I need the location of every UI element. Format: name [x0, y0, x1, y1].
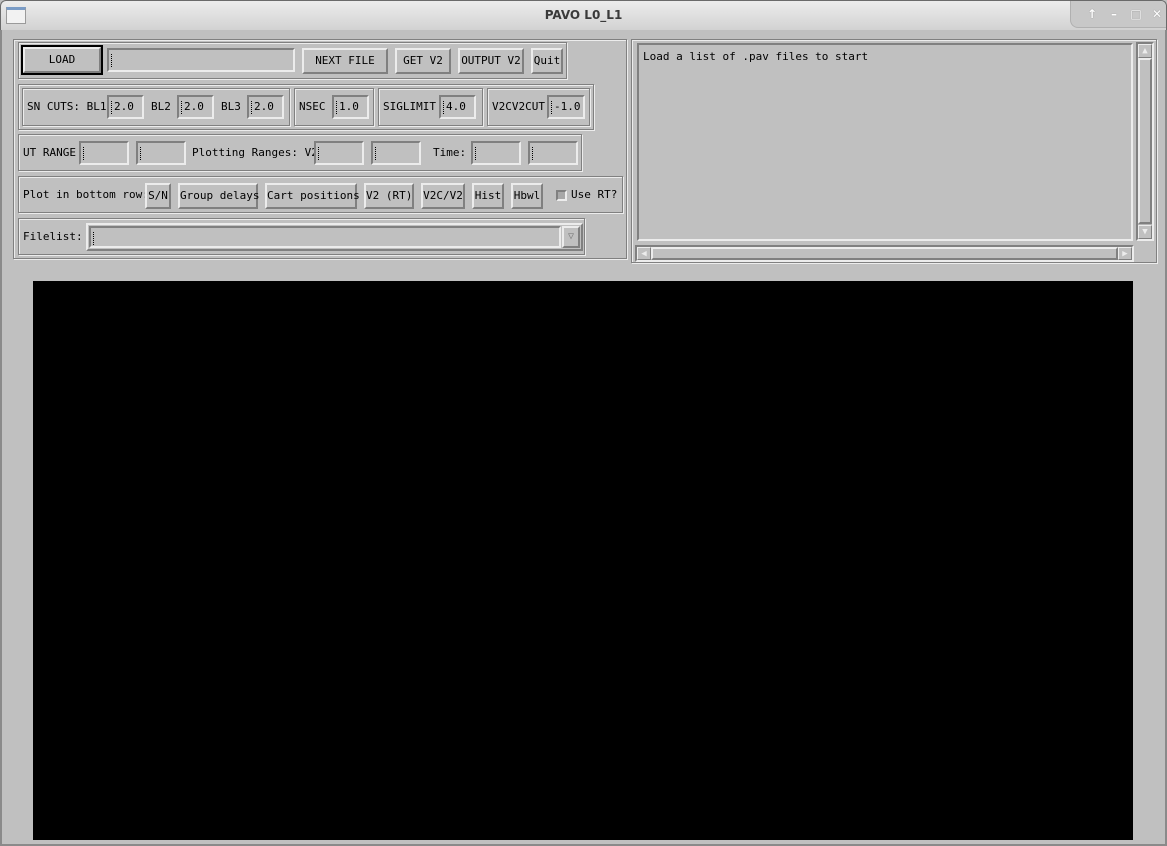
v2c-v2-button[interactable]: V2C/V2 — [421, 183, 465, 209]
sn-plot-button[interactable]: S/N — [145, 183, 171, 209]
v2cv2cut-label: V2CV2CUT — [492, 100, 545, 113]
bl3-input[interactable]: 2.0 — [247, 95, 284, 119]
nsec-input[interactable]: 1.0 — [332, 95, 369, 119]
file-entry[interactable] — [107, 48, 295, 72]
ut-min-input[interactable] — [79, 141, 129, 165]
vertical-scroll-thumb[interactable] — [1138, 58, 1152, 224]
window-title: PAVO L0_L1 — [544, 8, 623, 22]
hist-button[interactable]: Hist — [472, 183, 504, 209]
time-label: Time: — [433, 146, 467, 159]
ut-max-input[interactable] — [136, 141, 186, 165]
bl1-input[interactable]: 2.0 — [107, 95, 144, 119]
use-rt-label: Use RT? — [571, 188, 618, 201]
sn-cuts-label: SN CUTS: BL1 — [27, 100, 107, 113]
use-rt-checkbox[interactable] — [556, 190, 567, 201]
hbwl-button[interactable]: Hbwl — [511, 183, 543, 209]
scroll-right-icon[interactable]: ▶ — [1118, 247, 1132, 260]
close-icon[interactable]: ✕ — [1150, 7, 1164, 21]
minimize-icon[interactable]: – — [1107, 7, 1121, 21]
group-delays-button[interactable]: Group delays — [178, 183, 259, 209]
cart-positions-button[interactable]: Cart positions — [265, 183, 360, 209]
get-v2-button[interactable]: GET V2 — [395, 48, 451, 74]
plotting-ranges-label: Plotting Ranges: V2 — [192, 146, 318, 159]
v2cv2cut-input[interactable]: -1.0 — [547, 95, 585, 119]
quit-button[interactable]: Quit — [531, 48, 563, 74]
v2-rt-button[interactable]: V2 (RT) — [364, 183, 414, 209]
log-textarea[interactable]: Load a list of .pav files to start — [637, 43, 1133, 241]
load-button[interactable]: LOAD — [21, 45, 103, 75]
filelist-label: Filelist: — [23, 230, 83, 243]
window-titlebar: PAVO L0_L1 ↑ – □ ✕ — [0, 0, 1167, 30]
plot-bottom-row-label: Plot in bottom row: — [23, 188, 149, 201]
siglimit-input[interactable]: 4.0 — [439, 95, 476, 119]
output-v2-button[interactable]: OUTPUT V2 — [458, 48, 524, 74]
nsec-label: NSEC — [299, 100, 326, 113]
log-horizontal-scrollbar[interactable]: ◀ ▶ — [635, 245, 1134, 262]
maximize-icon[interactable]: □ — [1129, 7, 1143, 21]
ut-range-label: UT RANGE — [23, 146, 76, 159]
plot-canvas[interactable] — [33, 281, 1133, 840]
v2-min-input[interactable] — [314, 141, 364, 165]
filelist-combobox[interactable]: ▽ — [86, 223, 583, 251]
log-text: Load a list of .pav files to start — [643, 50, 869, 63]
chevron-down-icon: ▽ — [567, 231, 575, 242]
window-controls: ↑ – □ ✕ — [1070, 1, 1166, 28]
scroll-left-icon[interactable]: ◀ — [637, 247, 651, 260]
bl2-input[interactable]: 2.0 — [177, 95, 214, 119]
time-min-input[interactable] — [471, 141, 521, 165]
next-file-button[interactable]: NEXT FILE — [302, 48, 388, 74]
log-vertical-scrollbar[interactable]: ▲ ▼ — [1136, 42, 1154, 241]
siglimit-label: SIGLIMIT — [383, 100, 436, 113]
scroll-down-icon[interactable]: ▼ — [1138, 225, 1152, 239]
horizontal-scroll-thumb[interactable] — [651, 247, 1118, 260]
main-window: LOAD NEXT FILE GET V2 OUTPUT V2 Quit SN … — [0, 30, 1167, 846]
filelist-dropdown-button[interactable]: ▽ — [562, 226, 580, 248]
bl2-label: BL2 — [151, 100, 171, 113]
scroll-up-icon[interactable]: ▲ — [1138, 44, 1152, 58]
v2-max-input[interactable] — [371, 141, 421, 165]
bl3-label: BL3 — [221, 100, 241, 113]
time-max-input[interactable] — [528, 141, 578, 165]
filelist-input[interactable] — [89, 226, 561, 248]
shade-up-icon[interactable]: ↑ — [1085, 7, 1099, 21]
